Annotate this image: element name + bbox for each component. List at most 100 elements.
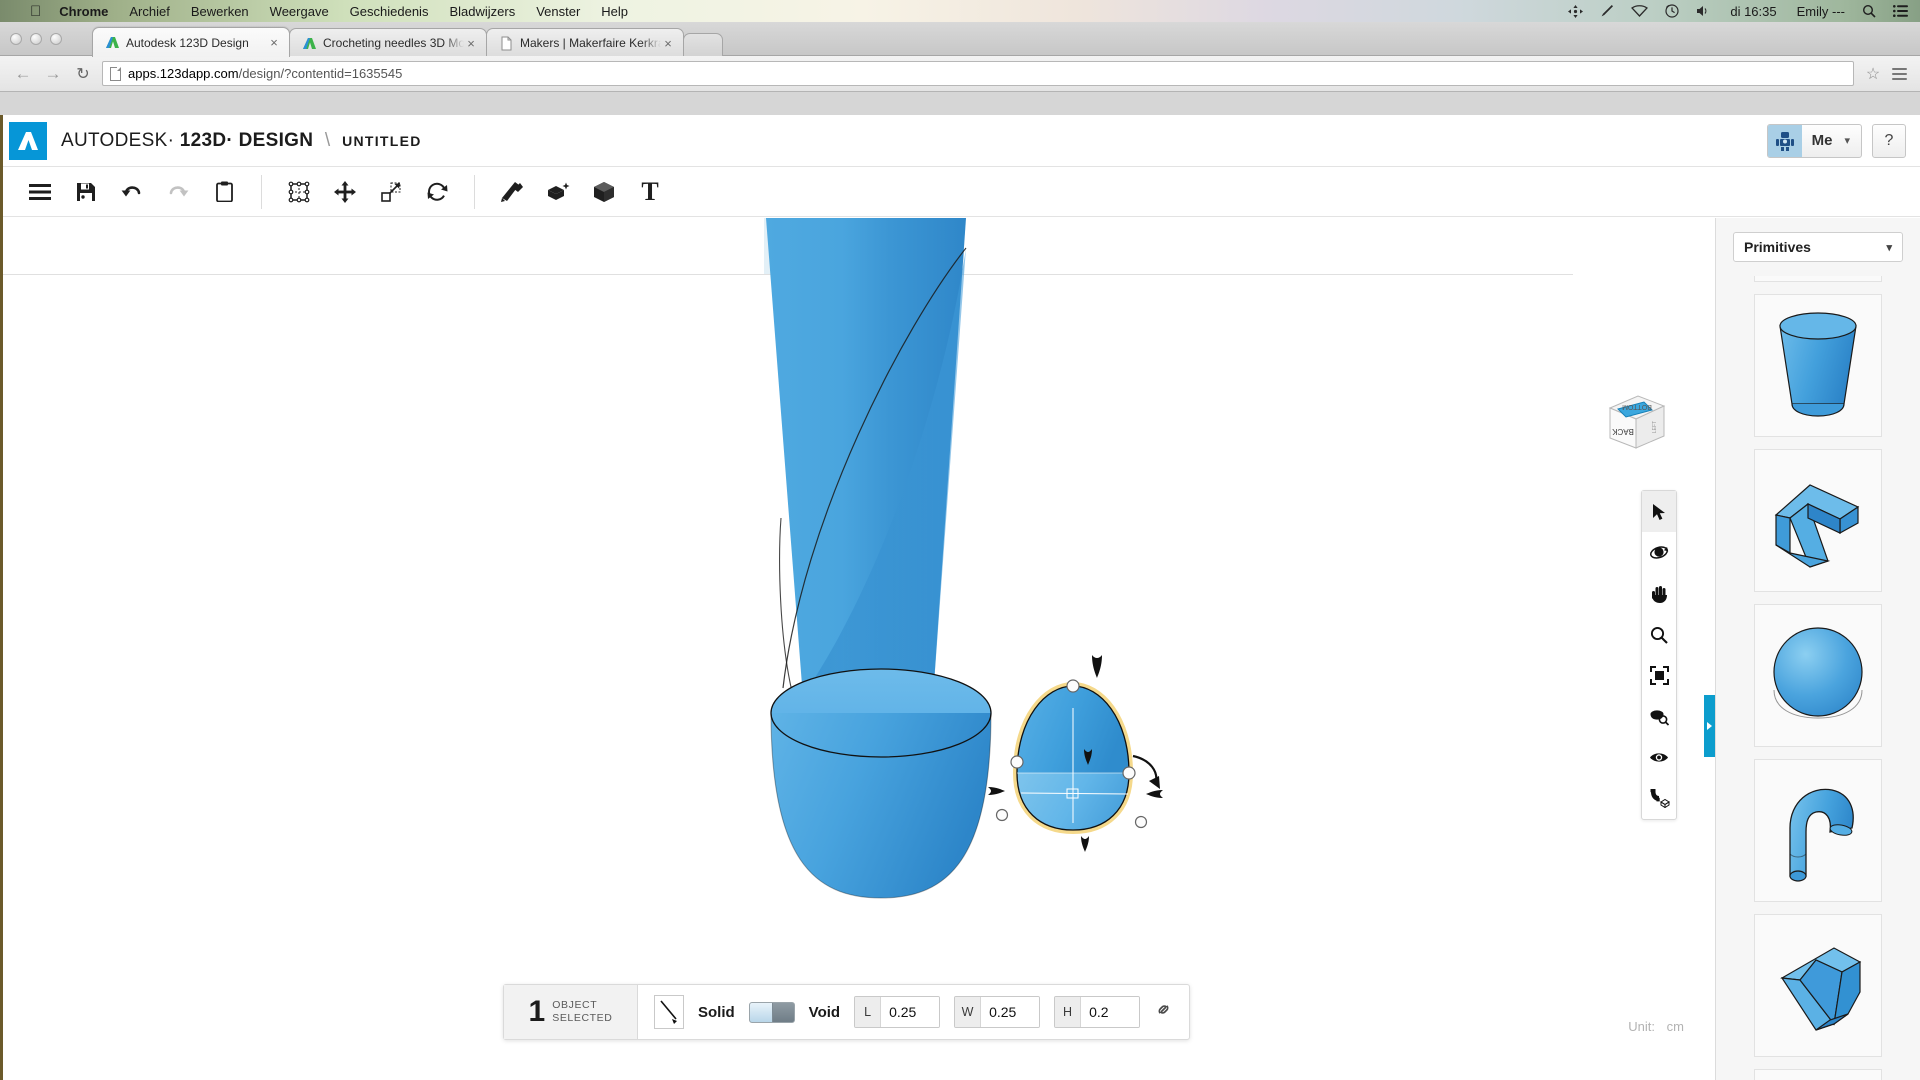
forward-button[interactable]: → bbox=[38, 60, 68, 88]
rotate-icon[interactable] bbox=[414, 173, 460, 211]
pen-icon[interactable] bbox=[1600, 4, 1614, 18]
move-icon[interactable] bbox=[322, 173, 368, 211]
primitives-icon[interactable] bbox=[535, 173, 581, 211]
volume-icon[interactable] bbox=[1696, 5, 1710, 17]
shape-dome-partial[interactable] bbox=[1754, 276, 1882, 282]
browser-tab-1[interactable]: Autodesk 123D Design × bbox=[92, 27, 290, 57]
view-cube[interactable]: BOTTOM BACK LEFT bbox=[1600, 386, 1670, 456]
apple-icon[interactable]:  bbox=[30, 4, 41, 19]
mac-menu-bar:  Chrome Archief Bewerken Weergave Gesch… bbox=[0, 0, 1920, 22]
mac-user-name[interactable]: Emily --- bbox=[1797, 4, 1845, 19]
solid-void-toggle[interactable] bbox=[748, 1001, 795, 1023]
width-field[interactable]: W 0.25 bbox=[954, 996, 1041, 1028]
shape-cone-taper[interactable] bbox=[1754, 294, 1882, 437]
length-field[interactable]: L 0.25 bbox=[854, 996, 941, 1028]
chevron-down-icon: ▾ bbox=[1886, 241, 1892, 254]
window-traffic-lights[interactable] bbox=[10, 33, 62, 45]
crochet-needle-model[interactable] bbox=[3, 218, 1573, 1080]
address-bar[interactable]: apps.123dapp.com /design/?contentid=1635… bbox=[102, 61, 1854, 86]
browser-tab-3[interactable]: Makers | Makerfaire Kerkra × bbox=[486, 28, 684, 57]
close-tab-button[interactable]: × bbox=[661, 37, 675, 50]
menu-bewerken[interactable]: Bewerken bbox=[191, 4, 249, 19]
reload-button[interactable]: ↻ bbox=[68, 60, 98, 88]
paste-icon[interactable] bbox=[201, 173, 247, 211]
autodesk-logo-icon[interactable] bbox=[9, 121, 47, 160]
main-toolbar: T bbox=[3, 167, 1920, 217]
page-icon bbox=[499, 36, 514, 51]
category-dropdown[interactable]: Primitives ▾ bbox=[1733, 232, 1903, 262]
browser-tab-2[interactable]: Crocheting needles 3D Mo × bbox=[289, 28, 487, 57]
visibility-tool[interactable] bbox=[1642, 737, 1676, 778]
menu-archief[interactable]: Archief bbox=[129, 4, 169, 19]
chrome-menu-icon[interactable] bbox=[1886, 67, 1912, 80]
shape-l-bracket[interactable] bbox=[1754, 449, 1882, 592]
back-button[interactable]: ← bbox=[8, 60, 38, 88]
selection-label-line1: OBJECT bbox=[552, 999, 598, 1011]
construct-icon[interactable] bbox=[581, 173, 627, 211]
view-tools-bar bbox=[1641, 490, 1677, 820]
zoom-tool[interactable] bbox=[1642, 614, 1676, 655]
close-tab-button[interactable]: × bbox=[267, 36, 281, 49]
close-tab-button[interactable]: × bbox=[464, 37, 478, 50]
text-icon[interactable]: T bbox=[627, 173, 673, 211]
sketch-icon[interactable] bbox=[489, 173, 535, 211]
material-swatch-icon[interactable] bbox=[654, 995, 684, 1029]
primitives-list[interactable] bbox=[1716, 276, 1920, 1080]
maximize-window-button[interactable] bbox=[50, 33, 62, 45]
timemachine-icon[interactable] bbox=[1665, 4, 1679, 18]
pan-tool[interactable] bbox=[1642, 573, 1676, 614]
height-field[interactable]: H 0.2 bbox=[1054, 996, 1141, 1028]
undo-icon[interactable] bbox=[109, 173, 155, 211]
shape-pentagon-prism[interactable] bbox=[1754, 1069, 1882, 1080]
void-label: Void bbox=[808, 1003, 841, 1021]
menu-chrome[interactable]: Chrome bbox=[59, 4, 108, 19]
selection-count-number: 1 bbox=[528, 995, 546, 1028]
brand-autodesk: AUTODESK· bbox=[61, 129, 175, 151]
length-value[interactable]: 0.25 bbox=[881, 997, 940, 1027]
mac-clock[interactable]: di 16:35 bbox=[1730, 4, 1776, 19]
toolbar-group-create: T bbox=[489, 175, 673, 209]
panel-collapse-handle[interactable] bbox=[1704, 695, 1715, 757]
wifi-icon[interactable] bbox=[1631, 5, 1649, 17]
viewcube-side-label: LEFT bbox=[1652, 421, 1658, 433]
save-icon[interactable] bbox=[63, 173, 109, 211]
help-button[interactable]: ? bbox=[1872, 123, 1906, 158]
bookmark-star-icon[interactable]: ☆ bbox=[1860, 64, 1886, 84]
cursor-select-tool[interactable] bbox=[1642, 491, 1676, 532]
menu-bladwijzers[interactable]: Bladwijzers bbox=[449, 4, 515, 19]
select-box-icon[interactable] bbox=[276, 173, 322, 211]
autodesk-123d-app: AUTODESK· 123D· DESIGN \ UNTITLED Me ▾ ?… bbox=[0, 115, 1920, 1080]
rotate-gizmo bbox=[1132, 754, 1160, 789]
tab-title: Autodesk 123D Design bbox=[126, 35, 249, 50]
width-value[interactable]: 0.25 bbox=[981, 997, 1040, 1027]
chain-link-icon[interactable] bbox=[1154, 1000, 1173, 1024]
orbit-tool[interactable] bbox=[1642, 532, 1676, 573]
height-value[interactable]: 0.2 bbox=[1081, 997, 1140, 1027]
shape-elbow-pipe[interactable] bbox=[1754, 759, 1882, 902]
menu-help[interactable]: Help bbox=[601, 4, 628, 19]
shape-v-wedge[interactable] bbox=[1754, 914, 1882, 1057]
shape-sphere[interactable] bbox=[1754, 604, 1882, 747]
menu-geschiedenis[interactable]: Geschiedenis bbox=[350, 4, 429, 19]
spotlight-search-icon[interactable] bbox=[1862, 4, 1876, 18]
dome-primitive-selected[interactable] bbox=[988, 648, 1218, 863]
close-window-button[interactable] bbox=[10, 33, 22, 45]
menu-weergave[interactable]: Weergave bbox=[270, 4, 329, 19]
chevron-right-icon bbox=[1707, 722, 1712, 730]
account-menu-button[interactable]: Me ▾ bbox=[1766, 123, 1862, 158]
redo-icon[interactable] bbox=[155, 173, 201, 211]
snap-grid-tool[interactable] bbox=[1642, 778, 1676, 819]
3d-viewport[interactable]: BOTTOM BACK LEFT bbox=[3, 218, 1920, 1080]
airplay-icon[interactable] bbox=[1568, 4, 1584, 18]
page-info-icon[interactable] bbox=[110, 66, 121, 81]
app-brand: AUTODESK· 123D· DESIGN \ UNTITLED bbox=[61, 130, 422, 152]
zoom-object-tool[interactable] bbox=[1642, 696, 1676, 737]
notification-center-icon[interactable] bbox=[1893, 5, 1908, 17]
new-tab-button[interactable] bbox=[683, 33, 723, 57]
fit-view-tool[interactable] bbox=[1642, 655, 1676, 696]
minimize-window-button[interactable] bbox=[30, 33, 42, 45]
toolbar-group-file bbox=[17, 175, 247, 209]
scale-icon[interactable] bbox=[368, 173, 414, 211]
menu-venster[interactable]: Venster bbox=[536, 4, 580, 19]
menu-icon[interactable] bbox=[17, 173, 63, 211]
